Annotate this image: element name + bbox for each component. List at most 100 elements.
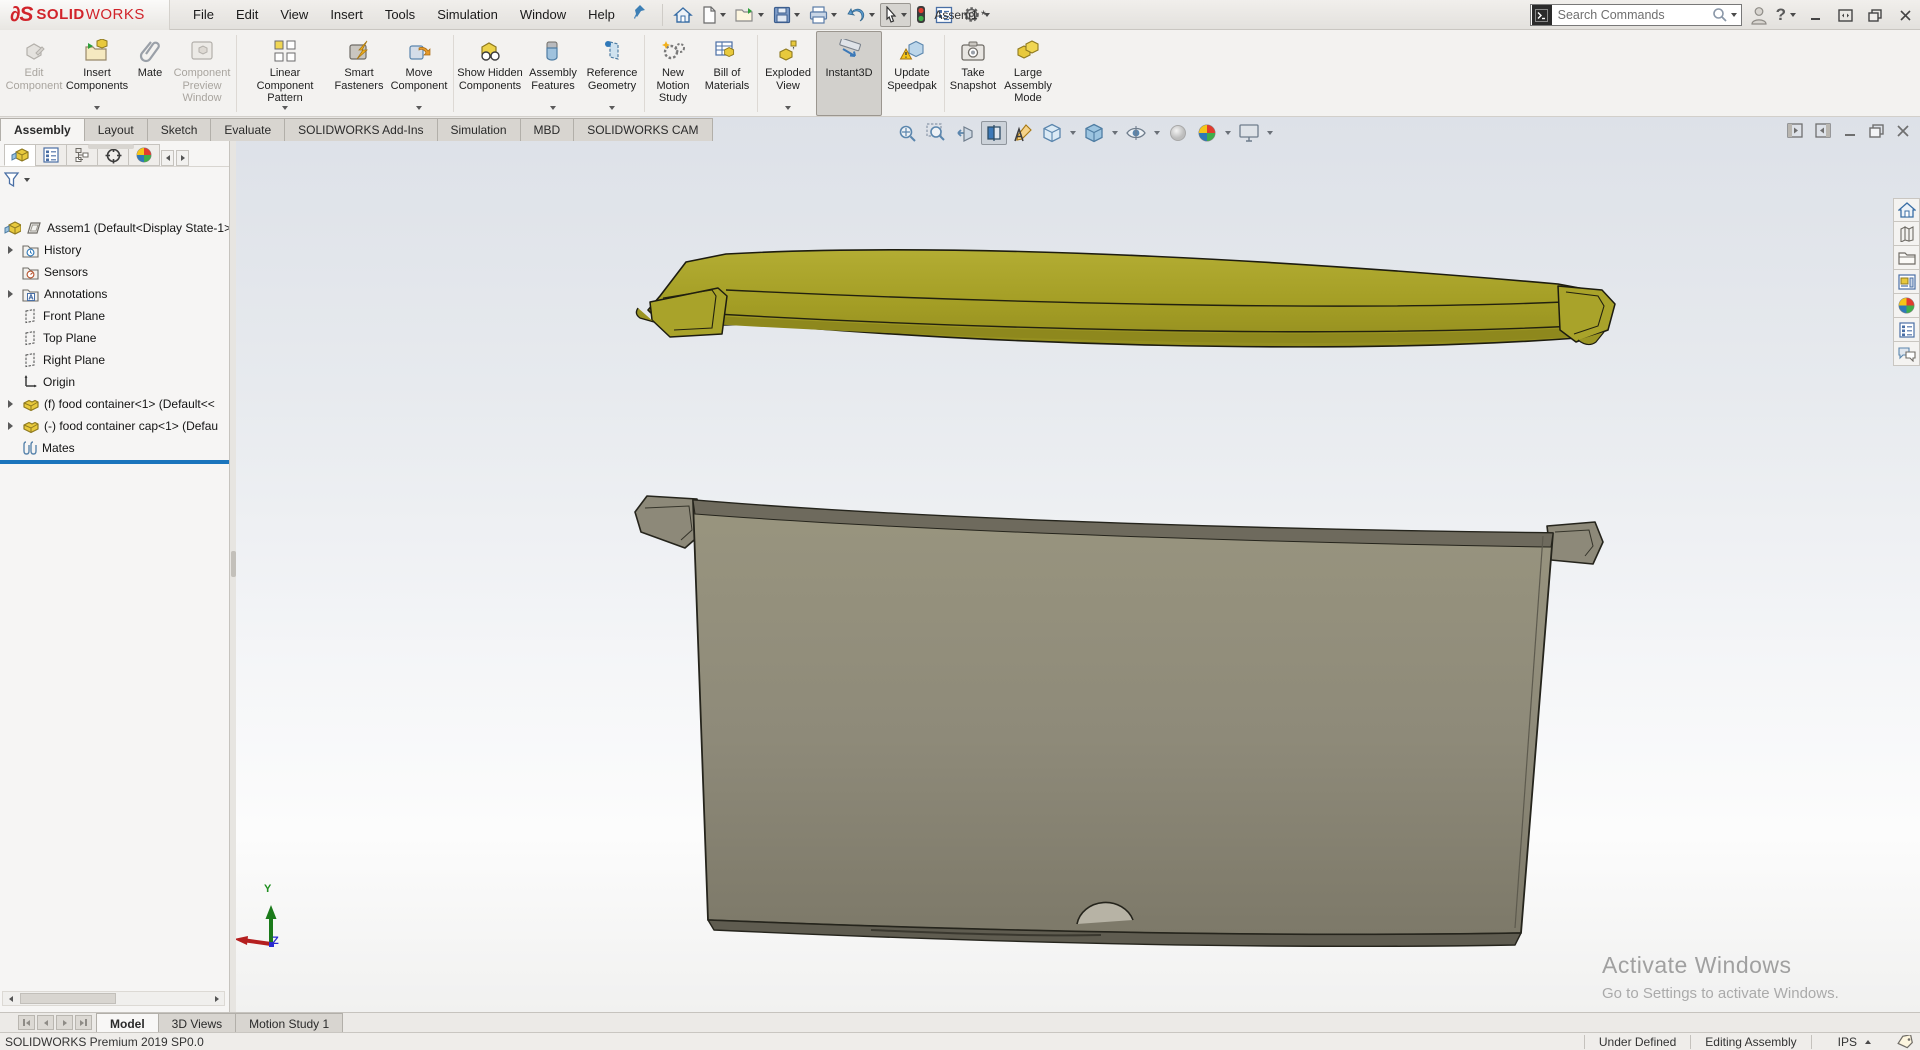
view-palette-tab[interactable] <box>1893 270 1920 294</box>
select-tool-dropdown-caret[interactable] <box>901 13 907 17</box>
component-preview-window-button[interactable]: Component Preview Window <box>170 31 234 116</box>
tree-horizontal-scrollbar[interactable] <box>2 991 225 1006</box>
status-tag-button[interactable] <box>1897 1035 1920 1049</box>
menu-view[interactable]: View <box>269 2 319 27</box>
apply-scene-button[interactable] <box>1194 121 1220 145</box>
expand-pane-right-icon[interactable] <box>1815 123 1831 138</box>
solidworks-forum-tab[interactable] <box>1893 342 1920 366</box>
linear-component-pattern-button[interactable]: Linear Component Pattern <box>239 31 331 116</box>
display-style-caret[interactable] <box>1112 131 1118 135</box>
menu-edit[interactable]: Edit <box>225 2 269 27</box>
collapse-pane-left-icon[interactable] <box>1787 123 1803 138</box>
login-user-icon[interactable] <box>1750 6 1768 25</box>
scroll-left-button[interactable] <box>3 992 18 1005</box>
exploded-view-button[interactable]: Exploded View <box>760 31 816 116</box>
panel-tabs-scroll-left[interactable] <box>161 150 174 166</box>
file-explorer-tab[interactable] <box>1893 246 1920 270</box>
edit-appearance-button[interactable] <box>1165 121 1191 145</box>
update-speedpak-button[interactable]: Update Speedpak <box>882 31 942 116</box>
take-snapshot-button[interactable]: Take Snapshot <box>947 31 999 116</box>
new-document-dropdown-caret[interactable] <box>720 13 726 17</box>
help-button[interactable]: ? <box>1776 5 1786 25</box>
menu-window[interactable]: Window <box>509 2 577 27</box>
status-units-selector[interactable]: IPS <box>1812 1035 1897 1049</box>
expand-arrow-icon[interactable] <box>8 290 13 298</box>
pin-menu-icon[interactable] <box>632 4 646 25</box>
zoom-to-area-button[interactable] <box>923 121 949 145</box>
tab-layout[interactable]: Layout <box>84 118 148 141</box>
undo-button[interactable] <box>842 3 879 27</box>
large-assembly-mode-button[interactable]: Large Assembly Mode <box>999 31 1057 116</box>
reference-geometry-button[interactable]: Reference Geometry <box>582 31 642 116</box>
linear-component-pattern-caret[interactable] <box>282 106 288 110</box>
tab-motion-study-1[interactable]: Motion Study 1 <box>235 1013 343 1032</box>
tab-sketch[interactable]: Sketch <box>147 118 212 141</box>
rollback-bar[interactable] <box>0 460 229 464</box>
filter-funnel-icon[interactable] <box>4 172 21 188</box>
menu-file[interactable]: File <box>182 2 225 27</box>
assembly-features-caret[interactable] <box>550 106 556 110</box>
tree-item-food-container[interactable]: (f) food container<1> (Default<< <box>0 393 229 415</box>
tree-item-history[interactable]: History <box>0 239 229 261</box>
new-motion-study-button[interactable]: New Motion Study <box>647 31 699 116</box>
show-hidden-components-button[interactable]: Show Hidden Components <box>456 31 524 116</box>
view-orientation-caret[interactable] <box>1070 131 1076 135</box>
tree-item-right-plane[interactable]: Right Plane <box>0 349 229 371</box>
move-component-button[interactable]: Move Component <box>387 31 451 116</box>
view-settings-button[interactable] <box>1236 121 1262 145</box>
scroll-right-button[interactable] <box>209 992 224 1005</box>
document-close-icon[interactable] <box>1896 124 1910 138</box>
dynamic-annotation-views-button[interactable] <box>1010 121 1036 145</box>
section-view-button[interactable] <box>981 121 1007 145</box>
mate-button[interactable]: Mate <box>130 31 170 116</box>
move-component-caret[interactable] <box>416 106 422 110</box>
insert-components-caret[interactable] <box>94 106 100 110</box>
first-tab-button[interactable] <box>18 1015 35 1030</box>
display-style-button[interactable] <box>1081 121 1107 145</box>
open-button[interactable] <box>731 3 768 27</box>
propertymanager-tab[interactable] <box>35 144 67 166</box>
tree-item-food-container-cap[interactable]: (-) food container cap<1> (Defau <box>0 415 229 437</box>
tab-solidworks-cam[interactable]: SOLIDWORKS CAM <box>573 118 712 141</box>
graphics-viewport[interactable]: Y X Z Activate Windows Go to Settings to… <box>0 117 1920 1012</box>
apply-scene-caret[interactable] <box>1225 131 1231 135</box>
edit-component-button[interactable]: Edit Component <box>4 31 64 116</box>
tree-item-mates[interactable]: Mates <box>0 437 229 459</box>
select-tool-button[interactable] <box>880 3 911 27</box>
tab-model[interactable]: Model <box>96 1013 159 1032</box>
search-commands-box[interactable] <box>1530 4 1742 26</box>
reference-geometry-caret[interactable] <box>609 106 615 110</box>
menu-insert[interactable]: Insert <box>319 2 374 27</box>
tab-evaluate[interactable]: Evaluate <box>210 118 285 141</box>
tab-3d-views[interactable]: 3D Views <box>158 1013 236 1032</box>
search-magnifier-icon[interactable] <box>1712 7 1728 23</box>
custom-properties-tab[interactable] <box>1893 318 1920 342</box>
document-restore-icon[interactable] <box>1869 124 1884 138</box>
tree-item-top-plane[interactable]: Top Plane <box>0 327 229 349</box>
undo-dropdown-caret[interactable] <box>869 13 875 17</box>
windows-cascade-button[interactable] <box>1864 4 1886 26</box>
last-tab-button[interactable] <box>75 1015 92 1030</box>
panel-splitter-grip[interactable] <box>231 551 236 577</box>
scrollbar-track[interactable] <box>18 992 209 1005</box>
tab-simulation[interactable]: Simulation <box>437 118 521 141</box>
expand-arrow-icon[interactable] <box>8 246 13 254</box>
expand-arrow-icon[interactable] <box>8 400 13 408</box>
home-button[interactable] <box>669 3 697 27</box>
menu-tools[interactable]: Tools <box>374 2 426 27</box>
hide-show-items-caret[interactable] <box>1154 131 1160 135</box>
new-document-button[interactable] <box>698 3 730 27</box>
design-library-tab[interactable] <box>1893 222 1920 246</box>
rebuild-button[interactable] <box>912 3 930 27</box>
tree-item-front-plane[interactable]: Front Plane <box>0 305 229 327</box>
tree-item-assembly-root[interactable]: Assem1 (Default<Display State-1> <box>0 217 229 239</box>
close-button[interactable] <box>1894 4 1916 26</box>
hide-show-items-button[interactable] <box>1123 121 1149 145</box>
tab-mbd[interactable]: MBD <box>520 118 575 141</box>
scrollbar-thumb[interactable] <box>20 993 116 1004</box>
tab-assembly[interactable]: Assembly <box>0 118 85 141</box>
resize-button[interactable] <box>1834 4 1856 26</box>
print-button[interactable] <box>805 3 841 27</box>
appearances-scenes-tab[interactable] <box>1893 294 1920 318</box>
featuremanager-tree-tab[interactable] <box>4 144 36 166</box>
